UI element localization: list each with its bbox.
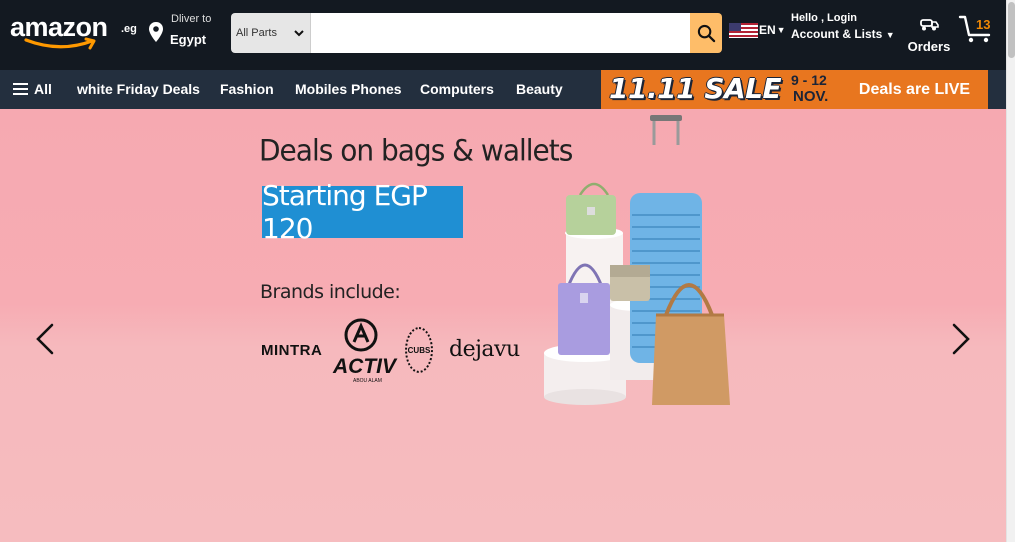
hamburger-icon bbox=[13, 80, 28, 98]
promo-month: NOV. bbox=[793, 88, 829, 105]
search-icon bbox=[697, 24, 715, 42]
brand-cubs-text: CUBS bbox=[407, 345, 431, 355]
brand-activ-logo: ACTIV bbox=[333, 355, 396, 378]
logo-smile-icon bbox=[24, 37, 96, 50]
search-input[interactable] bbox=[311, 13, 690, 53]
orders-link[interactable]: Orders bbox=[907, 18, 951, 54]
chevron-down-icon bbox=[294, 29, 304, 36]
sale-promo-banner[interactable]: 11.11 SALE 9 - 12 NOV. Deals are LIVE bbox=[601, 70, 988, 109]
nav-item-white-friday-deals[interactable]: white Friday Deals bbox=[77, 81, 200, 97]
language-selector[interactable]: EN ▼ bbox=[729, 19, 787, 41]
greeting-text: Hello , Login bbox=[791, 12, 857, 24]
all-label: All bbox=[34, 81, 52, 97]
chevron-left-icon bbox=[36, 323, 54, 355]
brand-cubs-logo: CUBS bbox=[405, 327, 433, 373]
brands-label: Brands include: bbox=[260, 281, 401, 303]
caret-down-icon: ▼ bbox=[776, 25, 786, 35]
search-bar: All Parts bbox=[231, 13, 722, 53]
truck-icon bbox=[920, 19, 939, 31]
account-lists-row: Account & Lists ▼ bbox=[791, 27, 901, 41]
logo-tld: .eg bbox=[121, 23, 137, 35]
deliver-label: Dliver to bbox=[171, 13, 212, 25]
brand-mintra-logo: MINTRA bbox=[261, 342, 323, 359]
deliver-to-location[interactable]: Dliver to Egypt bbox=[146, 12, 226, 52]
promo-dates: 9 - 12 bbox=[791, 72, 827, 88]
top-header: amazon .eg Dliver to Egypt All Parts EN … bbox=[0, 0, 1006, 70]
nav-item-mobiles-phones[interactable]: Mobiles Phones bbox=[295, 81, 402, 97]
price-badge: Starting EGP 120 bbox=[262, 179, 463, 245]
carousel-next-button[interactable] bbox=[945, 319, 975, 359]
hero-carousel[interactable]: Deals on bags & wallets Starting EGP 120… bbox=[0, 109, 1006, 542]
language-code: EN bbox=[759, 23, 776, 37]
activ-emblem-icon bbox=[344, 318, 378, 352]
account-and-lists[interactable]: Hello , Login Account & Lists ▼ bbox=[791, 12, 901, 48]
orders-label: Orders bbox=[907, 39, 951, 54]
scrollbar-thumb[interactable] bbox=[1008, 2, 1015, 58]
nav-item-fashion[interactable]: Fashion bbox=[220, 81, 274, 97]
caret-down-icon: ▼ bbox=[885, 30, 895, 40]
all-menu-button[interactable]: All bbox=[13, 80, 52, 98]
account-lists-label: Account & Lists bbox=[791, 27, 883, 41]
amazon-logo[interactable]: amazon .eg bbox=[10, 12, 140, 52]
deliver-country: Egypt bbox=[170, 32, 207, 47]
carousel-prev-button[interactable] bbox=[31, 319, 61, 359]
nav-item-computers[interactable]: Computers bbox=[420, 81, 494, 97]
promo-headline: 11.11 SALE bbox=[609, 72, 782, 105]
promo-cta: Deals are LIVE bbox=[841, 70, 988, 109]
bags-product-image bbox=[544, 115, 730, 405]
hero-title: Deals on bags & wallets bbox=[259, 133, 573, 168]
page-scrollbar[interactable] bbox=[1006, 0, 1015, 542]
search-category-select[interactable]: All Parts bbox=[231, 13, 311, 53]
cart-count: 13 bbox=[976, 17, 991, 32]
location-pin-icon bbox=[149, 22, 163, 42]
us-flag-icon bbox=[729, 22, 758, 38]
brand-dejavu-logo: dejavu bbox=[449, 337, 520, 362]
search-category-value: All Parts bbox=[236, 27, 277, 39]
page: amazon .eg Dliver to Egypt All Parts EN … bbox=[0, 0, 1015, 542]
nav-item-beauty[interactable]: Beauty bbox=[516, 81, 563, 97]
cart-button[interactable]: 13 bbox=[958, 14, 998, 48]
chevron-right-icon bbox=[952, 323, 970, 355]
search-button[interactable] bbox=[690, 13, 722, 53]
brand-activ-sub: ABOU ALAM bbox=[353, 378, 382, 384]
